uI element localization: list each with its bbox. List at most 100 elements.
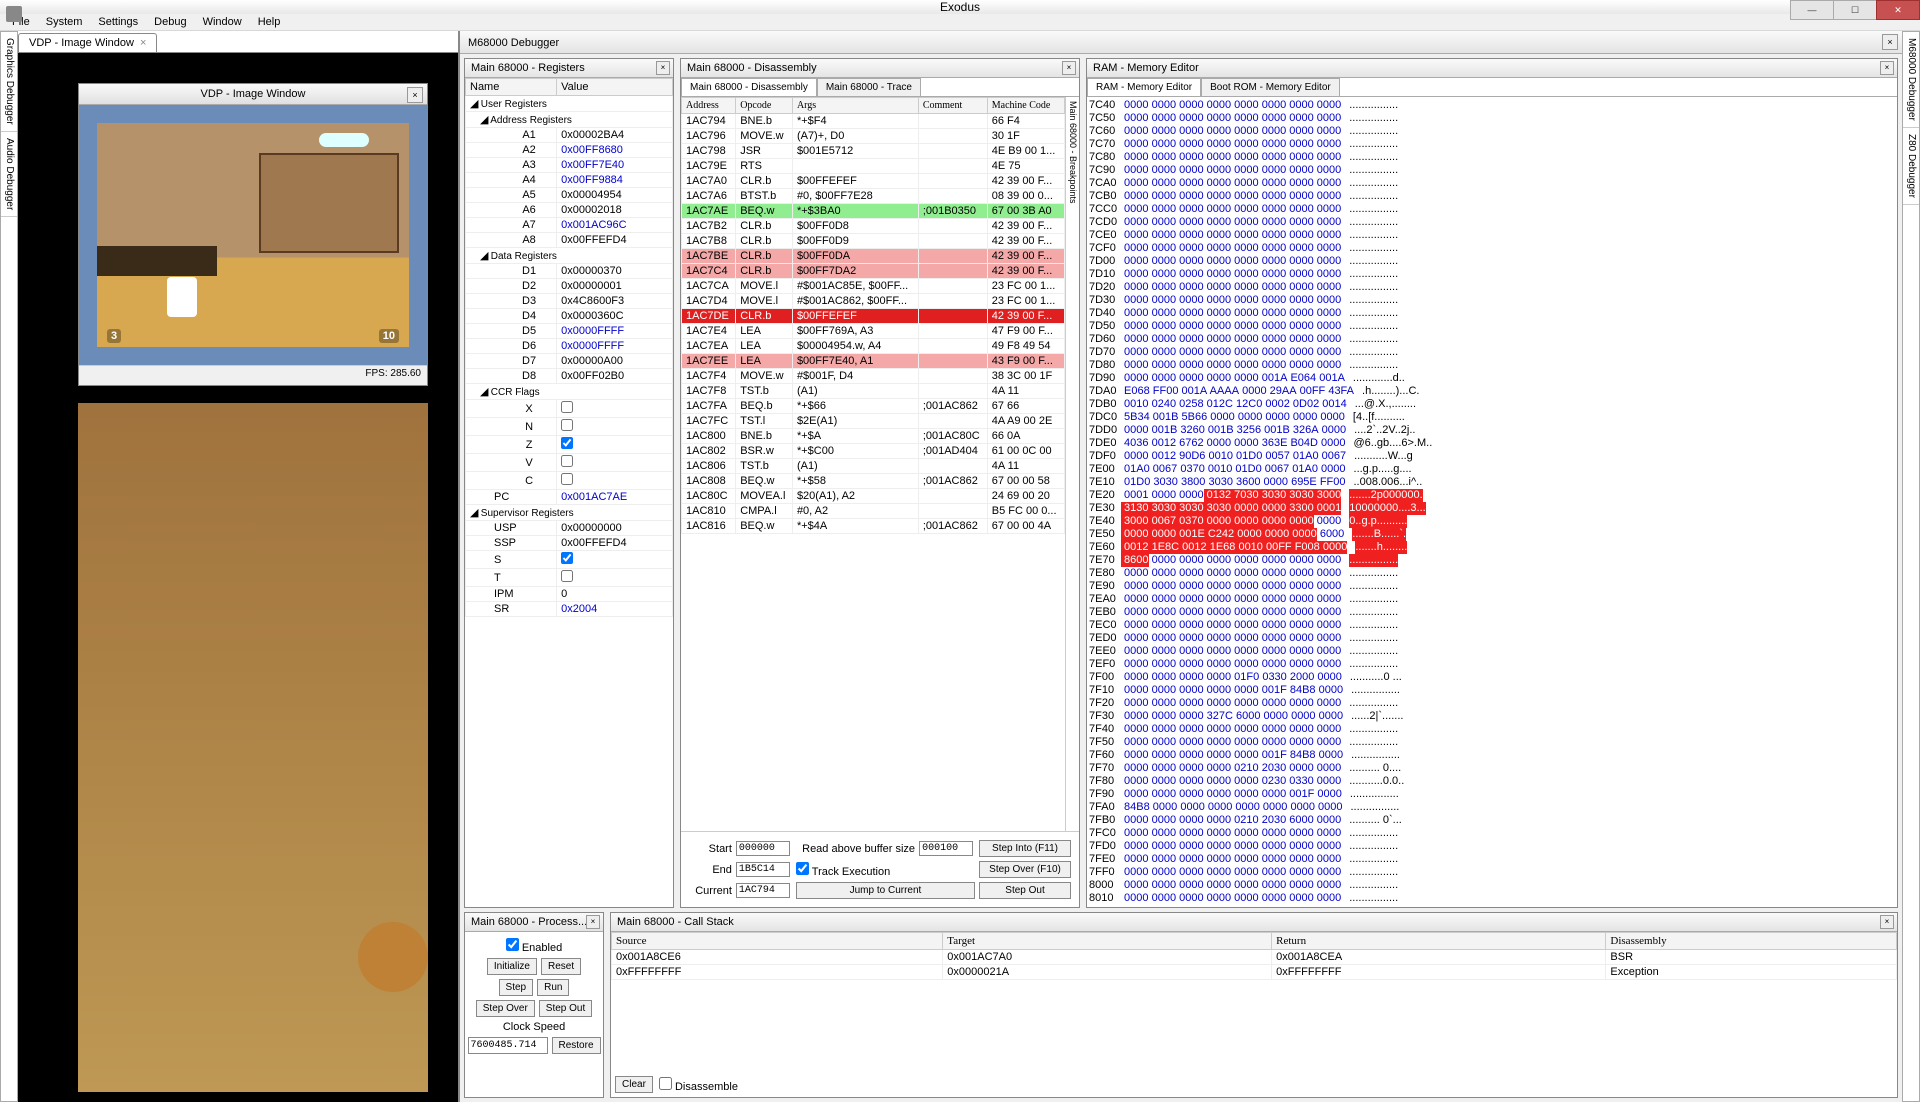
current-input[interactable] xyxy=(736,883,790,898)
tab-boot-rom-memory-editor[interactable]: Boot ROM - Memory Editor xyxy=(1201,78,1340,96)
close-icon[interactable]: × xyxy=(1062,61,1076,75)
disasm-row[interactable]: 1AC802BSR.w*+$C00;001AD40461 00 0C 00 xyxy=(682,444,1065,459)
ram-row[interactable]: 7F00 0000 0000 0000 0000 01F0 0330 2000 … xyxy=(1089,671,1895,684)
ram-row[interactable]: 7EB0 0000 0000 0000 0000 0000 0000 0000 … xyxy=(1089,606,1895,619)
close-icon[interactable]: × xyxy=(656,61,670,75)
disasm-row[interactable]: 1AC808BEQ.w*+$58;001AC86267 00 00 58 xyxy=(682,474,1065,489)
vtab-z80-debugger[interactable]: Z80 Debugger xyxy=(1903,128,1919,205)
close-icon[interactable]: × xyxy=(1880,915,1894,929)
disasm-row[interactable]: 1AC7FCTST.l$2E(A1)4A A9 00 2E xyxy=(682,414,1065,429)
close-icon[interactable]: × xyxy=(1880,61,1894,75)
ram-row[interactable]: 7FE0 0000 0000 0000 0000 0000 0000 0000 … xyxy=(1089,853,1895,866)
disasm-row[interactable]: 1AC796MOVE.w(A7)+, D030 1F xyxy=(682,129,1065,144)
ram-row[interactable]: 7CC0 0000 0000 0000 0000 0000 0000 0000 … xyxy=(1089,203,1895,216)
disasm-row[interactable]: 1AC7BECLR.b$00FF0DA42 39 00 F... xyxy=(682,249,1065,264)
ram-row[interactable]: 7E50 0000 0000 001E C242 0000 0000 0000 … xyxy=(1089,528,1895,541)
ram-row[interactable]: 7E10 01D0 3030 3800 3030 3600 0000 695E … xyxy=(1089,476,1895,489)
menu-system[interactable]: System xyxy=(38,14,91,30)
ram-row[interactable]: 7F30 0000 0000 0000 327C 6000 0000 0000 … xyxy=(1089,710,1895,723)
ram-row[interactable]: 7D10 0000 0000 0000 0000 0000 0000 0000 … xyxy=(1089,268,1895,281)
disasm-row[interactable]: 1AC810CMPA.l#0, A2B5 FC 00 0... xyxy=(682,504,1065,519)
end-input[interactable] xyxy=(736,862,790,877)
disasm-row[interactable]: 1AC7E4LEA$00FF769A, A347 F9 00 F... xyxy=(682,324,1065,339)
start-input[interactable] xyxy=(736,841,790,856)
ram-row[interactable]: 7F70 0000 0000 0000 0000 0210 2030 0000 … xyxy=(1089,762,1895,775)
disasm-row[interactable]: 1AC7EALEA$00004954.w, A449 F8 49 54 xyxy=(682,339,1065,354)
disasm-row[interactable]: 1AC7F8TST.b(A1)4A 11 xyxy=(682,384,1065,399)
close-icon[interactable]: × xyxy=(586,915,600,929)
ram-row[interactable]: 7CF0 0000 0000 0000 0000 0000 0000 0000 … xyxy=(1089,242,1895,255)
ram-row[interactable]: 7F80 0000 0000 0000 0000 0000 0230 0330 … xyxy=(1089,775,1895,788)
ram-row[interactable]: 7CA0 0000 0000 0000 0000 0000 0000 0000 … xyxy=(1089,177,1895,190)
vtab-m68000-debugger[interactable]: M68000 Debugger xyxy=(1903,32,1919,128)
disasm-row[interactable]: 1AC80CMOVEA.l$20(A1), A224 69 00 20 xyxy=(682,489,1065,504)
disasm-row[interactable]: 1AC7B2CLR.b$00FF0D842 39 00 F... xyxy=(682,219,1065,234)
ram-row[interactable]: 8000 0000 0000 0000 0000 0000 0000 0000 … xyxy=(1089,879,1895,892)
ram-row[interactable]: 7ED0 0000 0000 0000 0000 0000 0000 0000 … xyxy=(1089,632,1895,645)
disasm-row[interactable]: 1AC794BNE.b*+$F466 F4 xyxy=(682,114,1065,129)
run-button[interactable]: Run xyxy=(537,979,569,996)
ram-row[interactable]: 7F60 0000 0000 0000 0000 0000 001F 84B8 … xyxy=(1089,749,1895,762)
ram-row[interactable]: 7C60 0000 0000 0000 0000 0000 0000 0000 … xyxy=(1089,125,1895,138)
jump-current-button[interactable]: Jump to Current xyxy=(796,882,975,899)
ram-row[interactable]: 7C50 0000 0000 0000 0000 0000 0000 0000 … xyxy=(1089,112,1895,125)
ram-row[interactable]: 7E90 0000 0000 0000 0000 0000 0000 0000 … xyxy=(1089,580,1895,593)
close-icon[interactable]: × xyxy=(1882,34,1898,50)
ram-row[interactable]: 7EF0 0000 0000 0000 0000 0000 0000 0000 … xyxy=(1089,658,1895,671)
ram-row[interactable]: 7C40 0000 0000 0000 0000 0000 0000 0000 … xyxy=(1089,99,1895,112)
ram-row[interactable]: 7D40 0000 0000 0000 0000 0000 0000 0000 … xyxy=(1089,307,1895,320)
call-row[interactable]: 0xFFFFFFFF0x0000021A0xFFFFFFFFException xyxy=(612,965,1897,980)
disasm-row[interactable]: 1AC7A0CLR.b$00FFEFEF42 39 00 F... xyxy=(682,174,1065,189)
disasm-row[interactable]: 1AC7EELEA$00FF7E40, A143 F9 00 F... xyxy=(682,354,1065,369)
tab-main-68000-disassembly[interactable]: Main 68000 - Disassembly xyxy=(681,78,817,96)
disasm-row[interactable]: 1AC7DECLR.b$00FFEFEF42 39 00 F... xyxy=(682,309,1065,324)
vtab-graphics-debugger[interactable]: Graphics Debugger xyxy=(1,32,17,132)
disasm-row[interactable]: 1AC798JSR$001E57124E B9 00 1... xyxy=(682,144,1065,159)
minimize-button[interactable]: — xyxy=(1790,0,1834,20)
enabled-checkbox[interactable] xyxy=(506,938,519,951)
disasm-row[interactable]: 1AC7B8CLR.b$00FF0D942 39 00 F... xyxy=(682,234,1065,249)
tab-main-68000-trace[interactable]: Main 68000 - Trace xyxy=(817,78,921,96)
ram-row[interactable]: 7D20 0000 0000 0000 0000 0000 0000 0000 … xyxy=(1089,281,1895,294)
initialize-button[interactable]: Initialize xyxy=(487,958,537,975)
ram-row[interactable]: 7D50 0000 0000 0000 0000 0000 0000 0000 … xyxy=(1089,320,1895,333)
ram-row[interactable]: 7F20 0000 0000 0000 0000 0000 0000 0000 … xyxy=(1089,697,1895,710)
ram-row[interactable]: 7D60 0000 0000 0000 0000 0000 0000 0000 … xyxy=(1089,333,1895,346)
ram-row[interactable]: 7FA0 84B8 0000 0000 0000 0000 0000 0000 … xyxy=(1089,801,1895,814)
ram-row[interactable]: 7EA0 0000 0000 0000 0000 0000 0000 0000 … xyxy=(1089,593,1895,606)
call-row[interactable]: 0x001A8CE60x001AC7A00x001A8CEABSR xyxy=(612,950,1897,965)
ram-row[interactable]: 7C70 0000 0000 0000 0000 0000 0000 0000 … xyxy=(1089,138,1895,151)
restore-button[interactable]: Restore xyxy=(552,1037,601,1054)
ram-row[interactable]: 7E60 0012 1E8C 0012 1E68 0010 00FF F008 … xyxy=(1089,541,1895,554)
disasm-row[interactable]: 1AC7D4MOVE.l#$001AC862, $00FF...23 FC 00… xyxy=(682,294,1065,309)
vdp-window[interactable]: VDP - Image Window × 3 10 xyxy=(78,83,428,386)
step-button[interactable]: Step xyxy=(499,979,534,996)
disasm-row[interactable]: 1AC806TST.b(A1)4A 11 xyxy=(682,459,1065,474)
ram-row[interactable]: 7E80 0000 0000 0000 0000 0000 0000 0000 … xyxy=(1089,567,1895,580)
stepout-button[interactable]: Step Out xyxy=(539,1000,592,1017)
disasm-row[interactable]: 1AC816BEQ.w*+$4A;001AC86267 00 00 4A xyxy=(682,519,1065,534)
maximize-button[interactable]: ☐ xyxy=(1833,0,1877,20)
close-button[interactable]: ✕ xyxy=(1876,0,1920,20)
ram-row[interactable]: 7DC0 5B34 001B 5B66 0000 0000 0000 0000 … xyxy=(1089,411,1895,424)
ram-row[interactable]: 7CD0 0000 0000 0000 0000 0000 0000 0000 … xyxy=(1089,216,1895,229)
disasm-row[interactable]: 1AC7AEBEQ.w*+$3BA0;001B035067 00 3B A0 xyxy=(682,204,1065,219)
ram-row[interactable]: 7CE0 0000 0000 0000 0000 0000 0000 0000 … xyxy=(1089,229,1895,242)
clear-button[interactable]: Clear xyxy=(615,1076,653,1093)
disasm-row[interactable]: 1AC800BNE.b*+$A;001AC80C66 0A xyxy=(682,429,1065,444)
ram-row[interactable]: 7DA0 E068 FF00 001A AAAA 0000 29AA 00FF … xyxy=(1089,385,1895,398)
ram-row[interactable]: 8010 0000 0000 0000 0000 0000 0000 0000 … xyxy=(1089,892,1895,905)
ram-row[interactable]: 7CB0 0000 0000 0000 0000 0000 0000 0000 … xyxy=(1089,190,1895,203)
tab-ram-memory-editor[interactable]: RAM - Memory Editor xyxy=(1087,78,1201,96)
disasm-row[interactable]: 1AC7F4MOVE.w#$001F, D438 3C 00 1F xyxy=(682,369,1065,384)
ram-row[interactable]: 7D00 0000 0000 0000 0000 0000 0000 0000 … xyxy=(1089,255,1895,268)
stepover-button[interactable]: Step Over xyxy=(476,1000,535,1017)
ram-row[interactable]: 7DF0 0000 0012 90D6 0010 01D0 0057 01A0 … xyxy=(1089,450,1895,463)
ram-row[interactable]: 7D30 0000 0000 0000 0000 0000 0000 0000 … xyxy=(1089,294,1895,307)
ram-row[interactable]: 7EC0 0000 0000 0000 0000 0000 0000 0000 … xyxy=(1089,619,1895,632)
menu-window[interactable]: Window xyxy=(195,14,250,30)
buffer-input[interactable] xyxy=(919,841,973,856)
vtab-audio-debugger[interactable]: Audio Debugger xyxy=(1,132,17,217)
ram-row[interactable]: 7E40 3000 0067 0370 0000 0000 0000 0000 … xyxy=(1089,515,1895,528)
ram-row[interactable]: 7DB0 0010 0240 0258 012C 12C0 0002 0D02 … xyxy=(1089,398,1895,411)
